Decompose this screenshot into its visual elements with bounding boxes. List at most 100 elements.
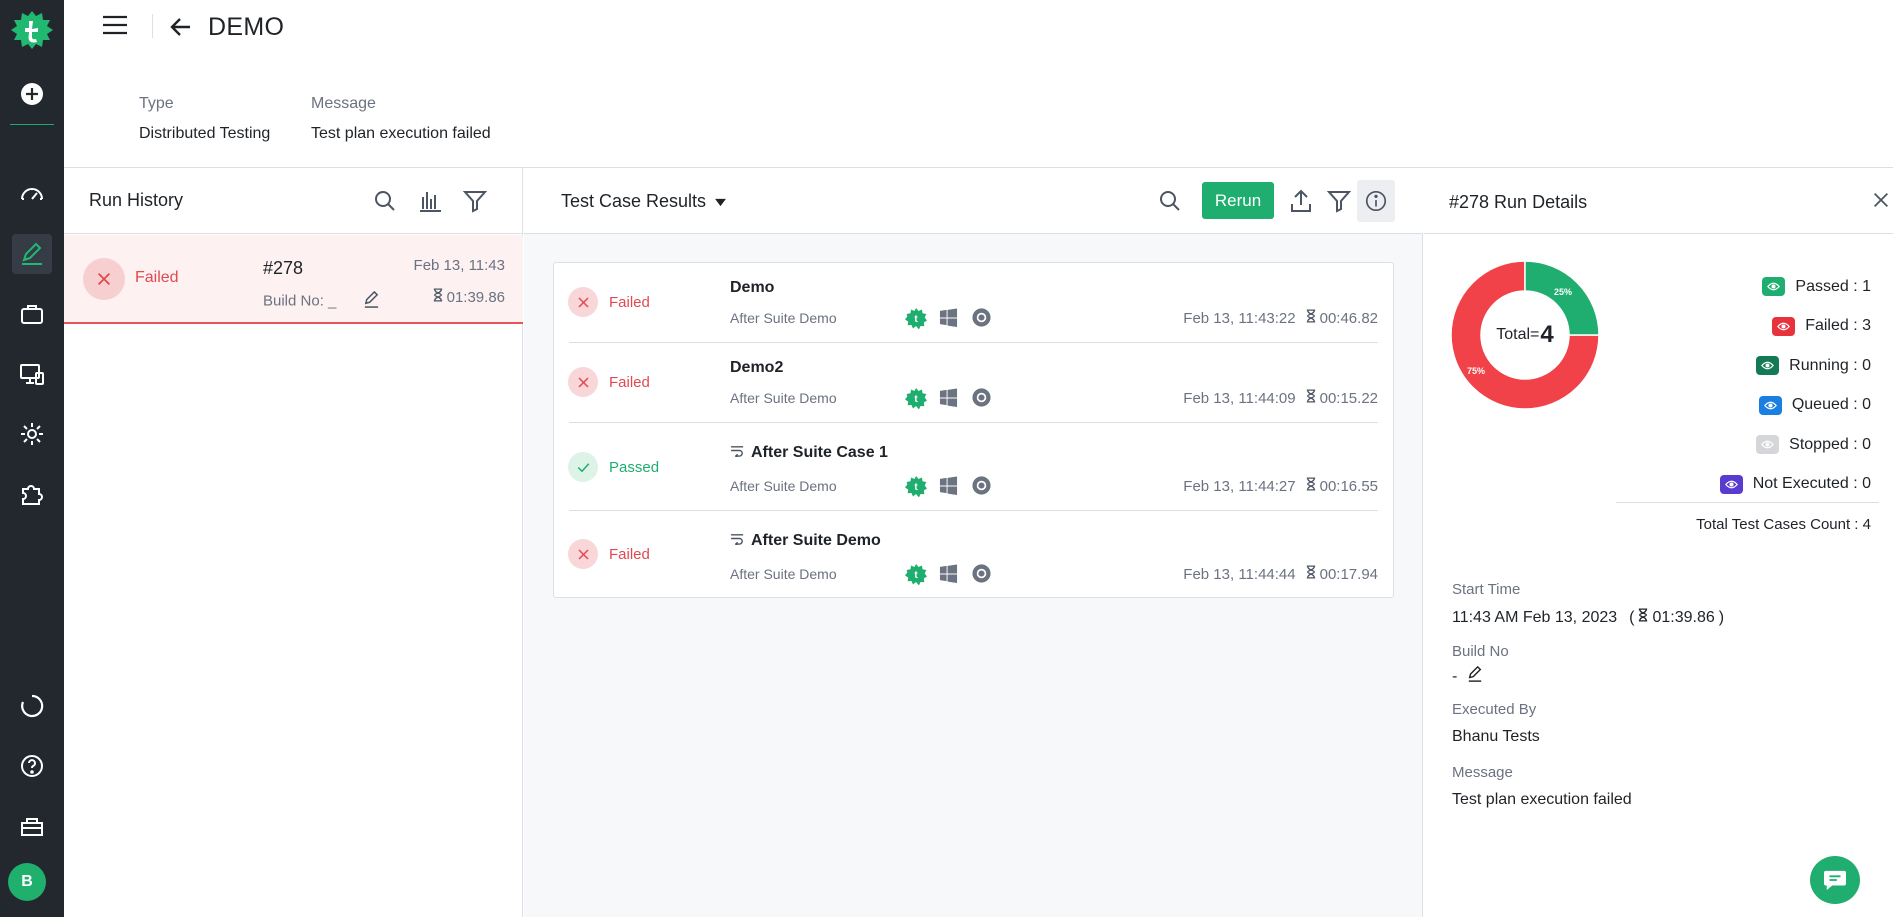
legend-passed-label: Passed : 1 bbox=[1795, 277, 1871, 295]
status-donut-chart: 25% 75% bbox=[1450, 260, 1600, 410]
chrome-browser-icon bbox=[970, 386, 993, 409]
test-case-name-text: After Suite Case 1 bbox=[751, 444, 888, 461]
testsigma-agent-icon: t bbox=[904, 562, 927, 585]
dashboard-icon[interactable] bbox=[12, 174, 52, 214]
filter-icon[interactable] bbox=[462, 188, 488, 214]
test-case-name[interactable]: After Suite Case 1 bbox=[730, 444, 888, 462]
legend-failed[interactable]: Failed : 3 bbox=[1720, 307, 1871, 347]
test-case-name[interactable]: After Suite Demo bbox=[730, 532, 881, 550]
executed-by-field: Executed By Bhanu Tests bbox=[1452, 701, 1540, 746]
failed-status-icon bbox=[83, 258, 125, 300]
test-development-icon[interactable] bbox=[12, 234, 52, 274]
loading-status-icon[interactable] bbox=[12, 686, 52, 726]
windows-icon bbox=[937, 474, 960, 497]
build-no-value: - bbox=[1452, 667, 1458, 685]
test-suite-name: After Suite Demo bbox=[730, 566, 837, 582]
test-case-status: Failed bbox=[609, 294, 650, 311]
failed-status-icon bbox=[568, 367, 598, 397]
help-icon[interactable] bbox=[12, 746, 52, 786]
eye-icon[interactable] bbox=[1758, 395, 1782, 415]
run-history-title: Run History bbox=[89, 190, 184, 210]
app-logo-icon[interactable] bbox=[10, 10, 54, 50]
test-case-row[interactable]: Failed Demo2 After Suite Demo t Feb 13, … bbox=[554, 343, 1393, 423]
test-lab-icon[interactable] bbox=[12, 354, 52, 394]
eye-icon[interactable] bbox=[1772, 316, 1796, 336]
edit-pencil-icon[interactable] bbox=[363, 290, 380, 312]
briefcase-icon[interactable] bbox=[12, 294, 52, 334]
chat-support-button[interactable] bbox=[1810, 856, 1860, 904]
hourglass-icon bbox=[1638, 608, 1648, 627]
run-status: Failed bbox=[135, 269, 179, 286]
test-case-results-header: Test Case Results Rerun bbox=[524, 168, 1423, 234]
eye-icon[interactable] bbox=[1719, 474, 1743, 494]
start-time-value: 11:43 AM Feb 13, 2023 bbox=[1452, 608, 1618, 626]
eye-icon[interactable] bbox=[1756, 435, 1780, 455]
run-date: Feb 13, 11:43 bbox=[413, 257, 505, 274]
start-time-label: Start Time bbox=[1452, 581, 1521, 598]
run-duration: 01:39.86 bbox=[433, 288, 505, 306]
windows-icon bbox=[937, 562, 960, 585]
results-view-dropdown[interactable]: Test Case Results bbox=[561, 191, 727, 212]
header-divider bbox=[152, 14, 153, 38]
status-legend: Passed : 1 Failed : 3 Running : 0 Queued… bbox=[1719, 267, 1871, 505]
addons-puzzle-icon[interactable] bbox=[12, 474, 52, 514]
test-case-row[interactable]: Passed After Suite Case 1 After Suite De… bbox=[554, 423, 1393, 511]
windows-icon bbox=[937, 386, 960, 409]
test-case-status: Failed bbox=[609, 374, 650, 391]
user-avatar[interactable]: B bbox=[8, 863, 46, 901]
gift-icon[interactable] bbox=[12, 806, 52, 846]
export-upload-icon[interactable] bbox=[1288, 188, 1314, 214]
total-test-cases-count: Total Test Cases Count : 4 bbox=[1696, 516, 1871, 533]
settings-gear-icon[interactable] bbox=[12, 414, 52, 454]
eye-icon[interactable] bbox=[1762, 277, 1786, 297]
search-icon[interactable] bbox=[1157, 188, 1183, 214]
run-history-header: Run History bbox=[64, 168, 522, 234]
menu-icon[interactable] bbox=[100, 12, 130, 38]
hourglass-icon bbox=[1306, 309, 1316, 327]
search-icon[interactable] bbox=[372, 188, 398, 214]
legend-running[interactable]: Running : 0 bbox=[1720, 346, 1871, 386]
test-case-name[interactable]: Demo2 bbox=[730, 359, 783, 377]
message-value: Test plan execution failed bbox=[311, 125, 491, 142]
legend-failed-label: Failed : 3 bbox=[1805, 317, 1871, 335]
failed-status-icon bbox=[568, 539, 598, 569]
test-case-name-text: After Suite Demo bbox=[751, 532, 881, 549]
test-suite-name: After Suite Demo bbox=[730, 310, 837, 326]
start-time-value-row: 11:43 AM Feb 13, 2023 ( 01:39.86) bbox=[1452, 608, 1725, 627]
legend-not-executed-label: Not Executed : 0 bbox=[1752, 475, 1871, 493]
add-icon[interactable] bbox=[12, 74, 52, 114]
hourglass-icon bbox=[433, 288, 443, 306]
rail-divider bbox=[10, 124, 54, 125]
chrome-browser-icon bbox=[970, 306, 993, 329]
test-case-time: Feb 13, 11:43:22 00:46.82 bbox=[1183, 309, 1378, 327]
test-case-row[interactable]: Failed Demo After Suite Demo t Feb 13, 1… bbox=[554, 263, 1393, 343]
chrome-browser-icon bbox=[970, 562, 993, 585]
chrome-browser-icon bbox=[970, 474, 993, 497]
test-case-name[interactable]: Demo bbox=[730, 279, 774, 297]
test-case-timestamp: Feb 13, 11:43:22 bbox=[1183, 309, 1296, 327]
environment-icons: t bbox=[904, 386, 993, 409]
info-icon[interactable] bbox=[1357, 180, 1395, 222]
test-case-status: Failed bbox=[609, 546, 650, 563]
legend-stopped[interactable]: Stopped : 0 bbox=[1720, 425, 1871, 465]
run-history-panel: Run History Failed #278 Build No: _ Feb … bbox=[64, 168, 523, 917]
test-case-row[interactable]: Failed After Suite Demo After Suite Demo… bbox=[554, 511, 1393, 597]
back-arrow-icon[interactable] bbox=[168, 14, 194, 40]
rerun-button[interactable]: Rerun bbox=[1202, 182, 1274, 219]
start-time-field: Start Time 11:43 AM Feb 13, 2023 ( 01:39… bbox=[1452, 581, 1724, 627]
legend-queued[interactable]: Queued : 0 bbox=[1720, 386, 1871, 426]
run-history-item[interactable]: Failed #278 Build No: _ Feb 13, 11:43 01… bbox=[64, 235, 523, 324]
test-suite-name: After Suite Demo bbox=[730, 390, 837, 406]
close-icon[interactable] bbox=[1871, 190, 1893, 212]
chat-bubble-icon bbox=[1824, 870, 1846, 891]
legend-passed[interactable]: Passed : 1 bbox=[1720, 267, 1871, 307]
testsigma-agent-icon: t bbox=[904, 386, 927, 409]
donut-segment-passed bbox=[1524, 260, 1600, 336]
filter-icon[interactable] bbox=[1326, 188, 1352, 214]
legend-not-executed[interactable]: Not Executed : 0 bbox=[1719, 465, 1871, 505]
bar-chart-icon[interactable] bbox=[417, 188, 443, 214]
eye-icon[interactable] bbox=[1756, 356, 1780, 376]
test-case-name-text: Demo bbox=[730, 279, 775, 296]
legend-running-label: Running : 0 bbox=[1789, 356, 1871, 374]
edit-pencil-icon[interactable] bbox=[1467, 665, 1483, 687]
